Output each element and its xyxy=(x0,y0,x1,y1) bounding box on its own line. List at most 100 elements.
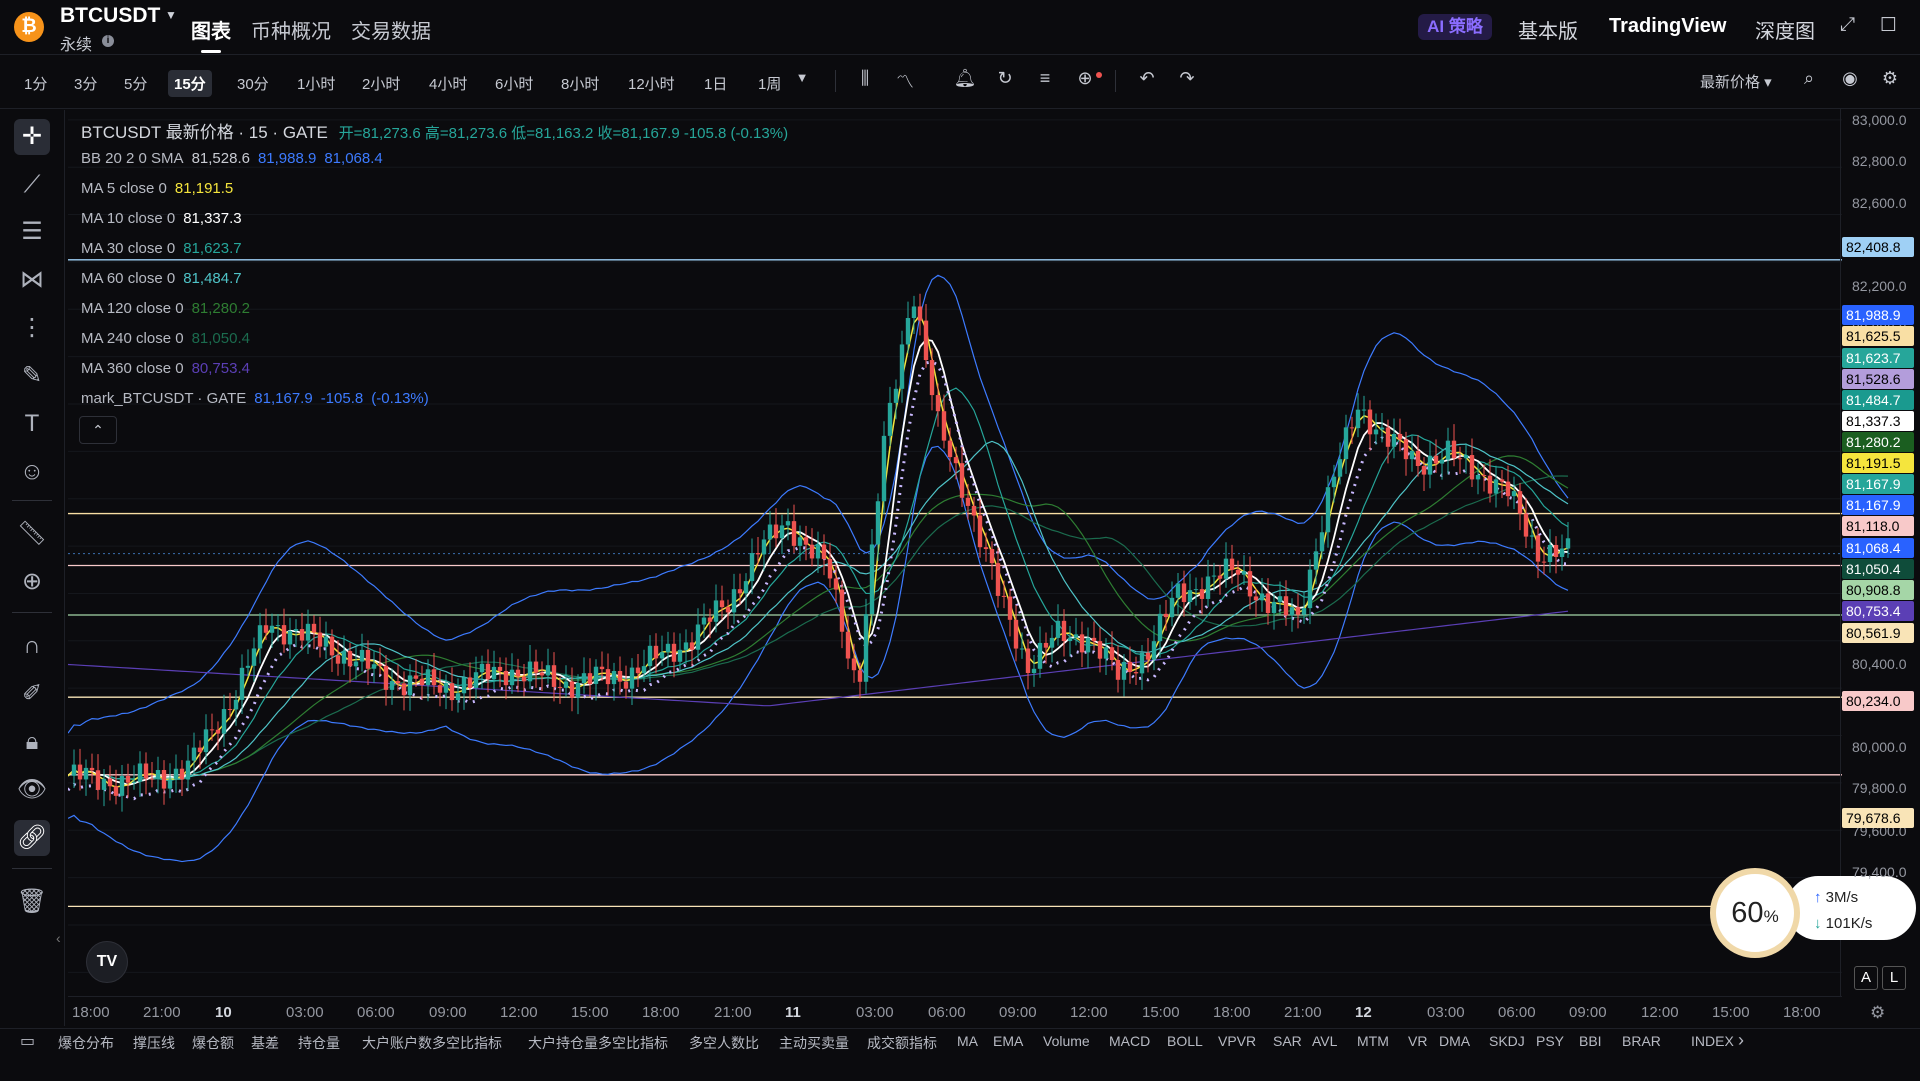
indicator-item[interactable]: VPVR xyxy=(1218,1033,1256,1049)
timeframe-6[interactable]: 2小时 xyxy=(356,70,406,97)
undo-icon[interactable]: ↶ xyxy=(1135,68,1159,89)
price-chart[interactable] xyxy=(68,108,1842,996)
collapse-toolbar-icon[interactable]: ‹ xyxy=(56,930,68,954)
indicator-item[interactable]: BOLL xyxy=(1167,1033,1203,1049)
add-plugin-icon[interactable]: ⊕ xyxy=(1073,68,1097,89)
memory-gauge[interactable]: 60% xyxy=(1710,868,1800,958)
indicator-item[interactable]: AVL xyxy=(1312,1033,1337,1049)
indicator-item[interactable]: MACD xyxy=(1109,1033,1150,1049)
chevron-right-icon[interactable]: › xyxy=(1738,1030,1744,1051)
lock-drawing-icon[interactable]: ✐ xyxy=(14,676,50,712)
candle-body xyxy=(1481,474,1487,476)
timeframe-2[interactable]: 5分 xyxy=(118,70,153,97)
pattern-icon[interactable]: ⋈ xyxy=(14,262,50,298)
info-icon[interactable]: i xyxy=(102,35,114,47)
timeframe-7[interactable]: 4小时 xyxy=(423,70,473,97)
gauge-percent: 60 xyxy=(1731,897,1764,929)
text-icon[interactable]: T xyxy=(14,406,50,442)
depth-chart-button[interactable]: 深度图 xyxy=(1755,15,1815,44)
indicator-item[interactable]: DMA xyxy=(1439,1033,1470,1049)
fib-icon[interactable]: ⋮ xyxy=(14,310,50,346)
basic-view-button[interactable]: 基本版 xyxy=(1518,15,1578,44)
candle-body xyxy=(1259,593,1265,601)
crosshair-icon[interactable]: ✛ xyxy=(14,119,50,155)
candle-type-icon[interactable]: ⫼ xyxy=(853,68,877,89)
indicator-item[interactable]: BBI xyxy=(1579,1033,1602,1049)
indicator-item[interactable]: EMA xyxy=(993,1033,1023,1049)
timeframe-11[interactable]: 1日 xyxy=(698,70,733,97)
calendar-icon[interactable]: ▭ xyxy=(20,1031,35,1051)
tab-trading-data[interactable]: 交易数据 xyxy=(351,15,431,44)
emoji-icon[interactable]: ☺ xyxy=(14,454,50,490)
indicator-item[interactable]: SKDJ xyxy=(1489,1033,1525,1049)
indicator-item[interactable]: 成交额指标 xyxy=(867,1033,937,1053)
auto-scale-button[interactable]: A xyxy=(1854,966,1878,990)
search-icon[interactable]: ⌕ xyxy=(1797,68,1821,89)
templates-icon[interactable]: ≡ xyxy=(1033,68,1057,89)
ai-strategy-button[interactable]: AI 策略 xyxy=(1418,14,1492,40)
gear-icon[interactable]: ⚙ xyxy=(1878,68,1902,89)
indicator-item[interactable]: PSY xyxy=(1536,1033,1564,1049)
price-type-selector[interactable]: 最新价格 ▾ xyxy=(1700,71,1772,92)
indicator-item[interactable]: 多空人数比 xyxy=(689,1033,759,1053)
alert-icon[interactable]: 🔔︎ xyxy=(953,68,977,89)
indicator-item[interactable]: VR xyxy=(1408,1033,1427,1049)
timeframe-4[interactable]: 30分 xyxy=(231,70,275,97)
expand-icon[interactable]: ⤢ xyxy=(1840,14,1855,36)
candle-body xyxy=(281,625,287,645)
candle-body xyxy=(503,670,509,686)
fullscreen-icon[interactable]: ☐ xyxy=(1880,14,1897,37)
collapse-legend-button[interactable]: ⌃ xyxy=(79,416,117,444)
timeframe-5[interactable]: 1小时 xyxy=(291,70,341,97)
chevron-down-icon[interactable]: ▼ xyxy=(165,8,177,22)
indicator-item[interactable]: 持仓量 xyxy=(298,1033,340,1053)
timeframe-3[interactable]: 15分 xyxy=(168,70,212,97)
brush-icon[interactable]: ✎ xyxy=(14,358,50,394)
axis-settings-icon[interactable]: ⚙ xyxy=(1870,1003,1885,1023)
candle-body xyxy=(1097,641,1103,659)
indicator-item[interactable]: 大户账户数多空比指标 xyxy=(362,1033,502,1053)
indicator-item[interactable]: 爆仓额 xyxy=(192,1033,234,1053)
candle-body xyxy=(701,617,707,625)
indicators-icon[interactable]: 〽 xyxy=(893,68,917,94)
indicator-item[interactable]: 爆仓分布 xyxy=(58,1033,114,1053)
indicator-item[interactable]: Volume xyxy=(1043,1033,1090,1049)
timeframe-10[interactable]: 12小时 xyxy=(622,70,681,97)
camera-icon[interactable]: ◉ xyxy=(1838,68,1862,89)
tradingview-logo[interactable]: TV xyxy=(86,941,128,983)
link-icon[interactable]: 🔗︎ xyxy=(14,820,50,856)
candle-body xyxy=(641,666,647,674)
indicator-item[interactable]: 大户持仓量多空比指标 xyxy=(528,1033,668,1053)
trash-icon[interactable]: 🗑︎ xyxy=(14,884,50,920)
replay-icon[interactable]: ↻ xyxy=(993,68,1017,89)
eye-icon[interactable]: 👁︎ xyxy=(14,772,50,808)
indicator-item[interactable]: 基差 xyxy=(251,1033,279,1053)
candlestick-chart-canvas[interactable] xyxy=(68,108,1842,996)
tab-coin-overview[interactable]: 币种概况 xyxy=(251,15,331,44)
lock-icon[interactable]: 🔒︎ xyxy=(14,724,50,760)
timeframe-12[interactable]: 1周 xyxy=(752,70,787,97)
indicator-item[interactable]: INDEX xyxy=(1691,1033,1734,1049)
indicator-item[interactable]: MTM xyxy=(1357,1033,1389,1049)
ruler-icon[interactable]: 📏︎ xyxy=(14,516,50,552)
candle-body xyxy=(1163,613,1169,618)
redo-icon[interactable]: ↷ xyxy=(1175,68,1199,89)
timeframe-0[interactable]: 1分 xyxy=(18,70,53,97)
chevron-down-icon[interactable]: ▼ xyxy=(790,70,814,85)
zoom-in-icon[interactable]: ⊕ xyxy=(14,564,50,600)
indicator-item[interactable]: MA xyxy=(957,1033,978,1049)
indicator-item[interactable]: 撑压线 xyxy=(133,1033,175,1053)
indicator-item[interactable]: SAR xyxy=(1273,1033,1302,1049)
timeframe-8[interactable]: 6小时 xyxy=(489,70,539,97)
indicator-item[interactable]: BRAR xyxy=(1622,1033,1661,1049)
tab-chart[interactable]: 图表 xyxy=(191,15,231,44)
tradingview-button[interactable]: TradingView xyxy=(1609,15,1726,38)
timeframe-9[interactable]: 8小时 xyxy=(555,70,605,97)
symbol-selector[interactable]: BTCUSDT xyxy=(60,4,160,28)
indicator-item[interactable]: 主动买卖量 xyxy=(779,1033,849,1053)
log-scale-button[interactable]: L xyxy=(1882,966,1906,990)
horizontal-lines-icon[interactable]: ☰ xyxy=(14,214,50,250)
trendline-icon[interactable]: ⟋ xyxy=(14,167,50,203)
timeframe-1[interactable]: 3分 xyxy=(68,70,103,97)
magnet-icon[interactable]: ∩ xyxy=(14,628,50,664)
